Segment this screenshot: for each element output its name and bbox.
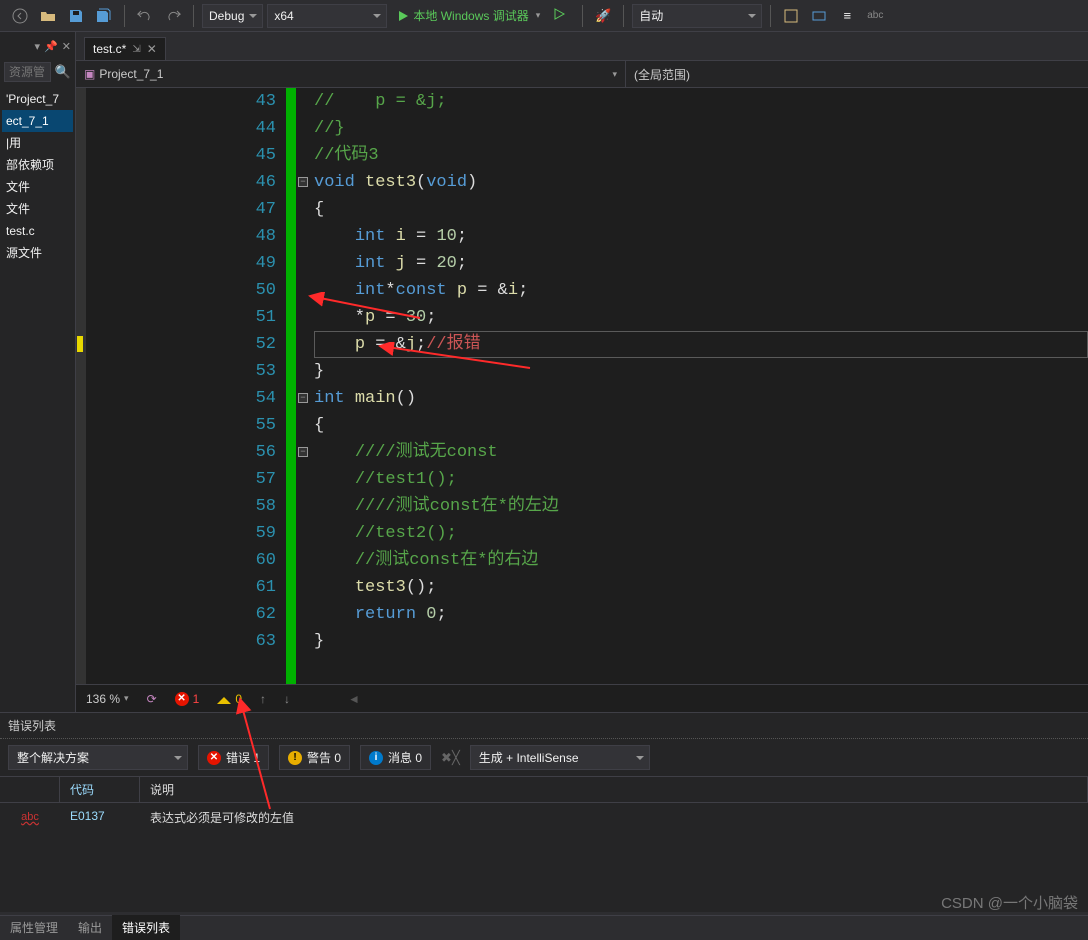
code-line[interactable]: //test1(); bbox=[310, 466, 1088, 493]
editor-status-bar: 136 %▾ ⟳ ✕1 0 ↑ ↓ ◄ bbox=[76, 684, 1088, 712]
code-line[interactable]: int i = 10; bbox=[310, 223, 1088, 250]
tree-node[interactable]: 源文件 bbox=[2, 242, 73, 264]
fold-toggle[interactable]: − bbox=[298, 177, 308, 187]
code-line[interactable]: return 0; bbox=[310, 601, 1088, 628]
tab-close-icon[interactable]: ✕ bbox=[147, 42, 157, 56]
code-line[interactable]: //测试const在*的右边 bbox=[310, 547, 1088, 574]
error-list-panel: 错误列表 整个解决方案 ✕错误 1 !警告 0 i消息 0 ✖╳ 生成 + In… bbox=[0, 712, 1088, 912]
col-header-desc[interactable]: 说明 bbox=[140, 777, 1088, 802]
error-desc: 表达式必须是可修改的左值 bbox=[140, 807, 1088, 828]
filter-warnings-button[interactable]: !警告 0 bbox=[279, 745, 350, 770]
search-input[interactable] bbox=[4, 62, 51, 82]
error-icon: ✕ bbox=[175, 692, 189, 706]
error-list-header: 代码 说明 bbox=[0, 776, 1088, 803]
tree-node[interactable]: test.c bbox=[2, 220, 73, 242]
error-icon: ✕ bbox=[207, 751, 221, 765]
main-toolbar: Debug x64 本地 Windows 调试器▾ 🚀 自动 ≡ abc bbox=[0, 0, 1088, 32]
tab-properties[interactable]: 属性管理 bbox=[0, 915, 68, 940]
warning-icon: ! bbox=[288, 751, 302, 765]
save-icon[interactable] bbox=[64, 4, 88, 28]
fold-toggle[interactable]: − bbox=[298, 393, 308, 403]
undo-icon[interactable] bbox=[133, 4, 157, 28]
bottom-tab-strip: 属性管理 输出 错误列表 bbox=[0, 915, 1088, 939]
code-line[interactable]: *p = 30; bbox=[310, 304, 1088, 331]
code-line[interactable]: { bbox=[310, 412, 1088, 439]
code-line[interactable]: void test3(void) bbox=[310, 169, 1088, 196]
tree-node[interactable]: 'Project_7 bbox=[2, 88, 73, 110]
tree-node[interactable]: 部依赖项 bbox=[2, 154, 73, 176]
config-dropdown[interactable]: Debug bbox=[202, 4, 263, 28]
code-line[interactable]: int*const p = &i; bbox=[310, 277, 1088, 304]
warning-icon bbox=[217, 690, 231, 704]
tool-icon-2[interactable] bbox=[807, 4, 831, 28]
breakpoint-marker[interactable] bbox=[77, 336, 83, 352]
clear-filter-icon[interactable]: ✖╳ bbox=[441, 750, 460, 766]
nav-func-label: (全局范围) bbox=[634, 66, 690, 83]
solution-explorer: ▾ 📌 ✕ 🔍 'Project_7ect_7_1|用部依赖项文件文件test.… bbox=[0, 32, 76, 712]
rocket-icon[interactable]: 🚀 bbox=[591, 4, 615, 28]
code-line[interactable]: // p = &j; bbox=[310, 88, 1088, 115]
start-debug-button[interactable]: 本地 Windows 调试器▾ bbox=[391, 4, 546, 28]
dropdown-icon[interactable]: ▾ bbox=[35, 40, 41, 53]
tab-error-list[interactable]: 错误列表 bbox=[112, 915, 180, 940]
tool-icon-3[interactable]: ≡ bbox=[835, 4, 859, 28]
code-line[interactable]: { bbox=[310, 196, 1088, 223]
source-dropdown[interactable]: 生成 + IntelliSense bbox=[470, 745, 650, 770]
tree-node[interactable]: 文件 bbox=[2, 198, 73, 220]
code-line[interactable]: //test2(); bbox=[310, 520, 1088, 547]
editor-area: test.c* ⇲ ✕ ▣ Project_7_1 ▾ (全局范围) 43444… bbox=[76, 32, 1088, 712]
tree-node[interactable]: 文件 bbox=[2, 176, 73, 198]
nav-scope-label: Project_7_1 bbox=[99, 67, 163, 81]
tab-pin-icon[interactable]: ⇲ bbox=[132, 44, 140, 55]
auto-dropdown[interactable]: 自动 bbox=[632, 4, 762, 28]
error-code: E0137 bbox=[60, 807, 140, 828]
filter-errors-button[interactable]: ✕错误 1 bbox=[198, 745, 269, 770]
close-sidebar-icon[interactable]: ✕ bbox=[62, 40, 71, 53]
error-row[interactable]: abc E0137表达式必须是可修改的左值 bbox=[0, 803, 1088, 832]
code-line[interactable]: } bbox=[310, 358, 1088, 385]
nav-up-icon[interactable]: ↑ bbox=[260, 692, 266, 706]
health-icon[interactable]: ⟳ bbox=[147, 692, 157, 706]
code-line[interactable]: //} bbox=[310, 115, 1088, 142]
file-tab-label: test.c* bbox=[93, 42, 126, 56]
nav-func-dropdown[interactable]: (全局范围) bbox=[626, 61, 1088, 87]
code-line[interactable]: //代码3 bbox=[310, 142, 1088, 169]
tree-node[interactable]: ect_7_1 bbox=[2, 110, 73, 132]
fold-toggle[interactable]: − bbox=[298, 447, 308, 457]
code-line[interactable]: int main() bbox=[310, 385, 1088, 412]
file-tab[interactable]: test.c* ⇲ ✕ bbox=[84, 37, 166, 60]
scope-dropdown[interactable]: 整个解决方案 bbox=[8, 745, 188, 770]
tool-icon-4[interactable]: abc bbox=[863, 4, 887, 28]
code-line[interactable]: p = &j;//报错 bbox=[310, 331, 1088, 358]
warning-count: 0 bbox=[235, 692, 242, 706]
pin-icon[interactable]: 📌 bbox=[44, 40, 58, 53]
save-all-icon[interactable] bbox=[92, 4, 116, 28]
code-line[interactable]: } bbox=[310, 628, 1088, 655]
code-line[interactable]: ////测试无const bbox=[310, 439, 1088, 466]
info-icon: i bbox=[369, 751, 383, 765]
redo-icon[interactable] bbox=[161, 4, 185, 28]
tab-output[interactable]: 输出 bbox=[68, 915, 112, 940]
search-icon[interactable]: 🔍 bbox=[55, 64, 71, 80]
code-line[interactable]: test3(); bbox=[310, 574, 1088, 601]
col-header-code[interactable]: 代码 bbox=[60, 777, 140, 802]
code-line[interactable]: int j = 20; bbox=[310, 250, 1088, 277]
code-editor[interactable]: 4344454647484950515253545556575859606162… bbox=[76, 88, 1088, 684]
error-type-icon: abc bbox=[21, 811, 39, 823]
back-icon[interactable] bbox=[8, 4, 32, 28]
panel-title: 错误列表 bbox=[0, 713, 1088, 739]
tree-node[interactable]: |用 bbox=[2, 132, 73, 154]
start-no-debug-icon[interactable] bbox=[550, 4, 574, 28]
error-count: 1 bbox=[193, 692, 200, 706]
platform-dropdown[interactable]: x64 bbox=[267, 4, 387, 28]
zoom-level[interactable]: 136 % bbox=[86, 692, 120, 706]
open-icon[interactable] bbox=[36, 4, 60, 28]
tool-icon-1[interactable] bbox=[779, 4, 803, 28]
code-line[interactable]: ////测试const在*的左边 bbox=[310, 493, 1088, 520]
nav-down-icon[interactable]: ↓ bbox=[284, 692, 290, 706]
filter-messages-button[interactable]: i消息 0 bbox=[360, 745, 431, 770]
nav-scope-dropdown[interactable]: ▣ Project_7_1 ▾ bbox=[76, 61, 626, 87]
